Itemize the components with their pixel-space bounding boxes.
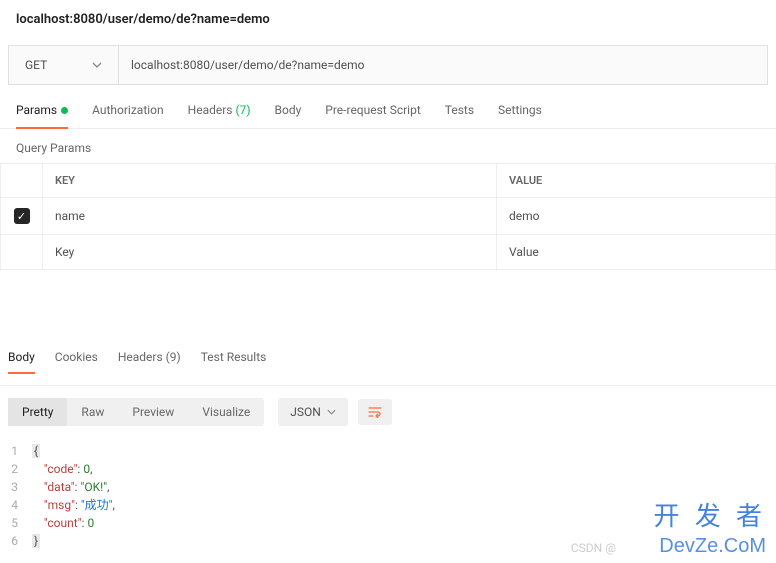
line-number: 1 (0, 442, 32, 460)
line-number: 4 (0, 496, 32, 514)
tab-params[interactable]: Params (16, 103, 68, 129)
param-key-placeholder[interactable]: Key (43, 235, 497, 270)
view-visualize-button[interactable]: Visualize (188, 398, 264, 426)
checkbox-col-header (1, 164, 43, 198)
url-input[interactable] (119, 46, 767, 84)
view-preview-button[interactable]: Preview (118, 398, 188, 426)
table-row[interactable]: ✓ name demo (1, 198, 776, 235)
resp-tab-cookies[interactable]: Cookies (55, 350, 98, 373)
table-row-empty[interactable]: Key Value (1, 235, 776, 270)
param-key-cell[interactable]: name (43, 198, 497, 235)
params-active-dot-icon (61, 107, 68, 114)
line-number: 2 (0, 460, 32, 478)
param-value-placeholder[interactable]: Value (497, 235, 776, 270)
tab-headers[interactable]: Headers (7) (188, 103, 251, 128)
view-mode-group: Pretty Raw Preview Visualize (8, 398, 264, 426)
tab-authorization[interactable]: Authorization (92, 103, 164, 128)
line-number: 6 (0, 532, 32, 550)
query-params-title: Query Params (0, 129, 776, 163)
tab-tests[interactable]: Tests (445, 103, 474, 128)
chevron-down-icon (327, 409, 336, 415)
response-tabs: Body Cookies Headers (9) Test Results (0, 350, 776, 386)
chevron-down-icon (92, 62, 102, 68)
request-tabs: Params Authorization Headers (7) Body Pr… (0, 85, 776, 129)
value-column-header: VALUE (497, 164, 776, 198)
tab-settings[interactable]: Settings (498, 103, 542, 128)
request-bar: GET (8, 45, 768, 85)
row-checkbox[interactable]: ✓ (14, 208, 30, 224)
tab-prerequest[interactable]: Pre-request Script (325, 103, 420, 128)
resp-tab-test-results[interactable]: Test Results (201, 350, 267, 373)
resp-tab-headers[interactable]: Headers (9) (118, 350, 181, 373)
format-select[interactable]: JSON (278, 398, 348, 426)
query-params-table: KEY VALUE ✓ name demo Key Value (0, 163, 776, 270)
http-method-label: GET (25, 58, 47, 72)
line-number: 5 (0, 514, 32, 532)
view-pretty-button[interactable]: Pretty (8, 398, 67, 426)
tab-body[interactable]: Body (275, 103, 302, 128)
body-toolbar: Pretty Raw Preview Visualize JSON (0, 386, 776, 438)
key-column-header: KEY (43, 164, 497, 198)
wrap-icon (368, 406, 382, 418)
http-method-select[interactable]: GET (9, 46, 119, 84)
wrap-lines-button[interactable] (358, 399, 392, 425)
view-raw-button[interactable]: Raw (67, 398, 118, 426)
line-number: 3 (0, 478, 32, 496)
request-title: localhost:8080/user/demo/de?name=demo (0, 0, 776, 39)
resp-tab-body[interactable]: Body (8, 350, 35, 374)
response-body-code[interactable]: 1{ 2 "code": 0, 3 "data": "OK!", 4 "msg"… (0, 438, 776, 554)
param-value-cell[interactable]: demo (497, 198, 776, 235)
